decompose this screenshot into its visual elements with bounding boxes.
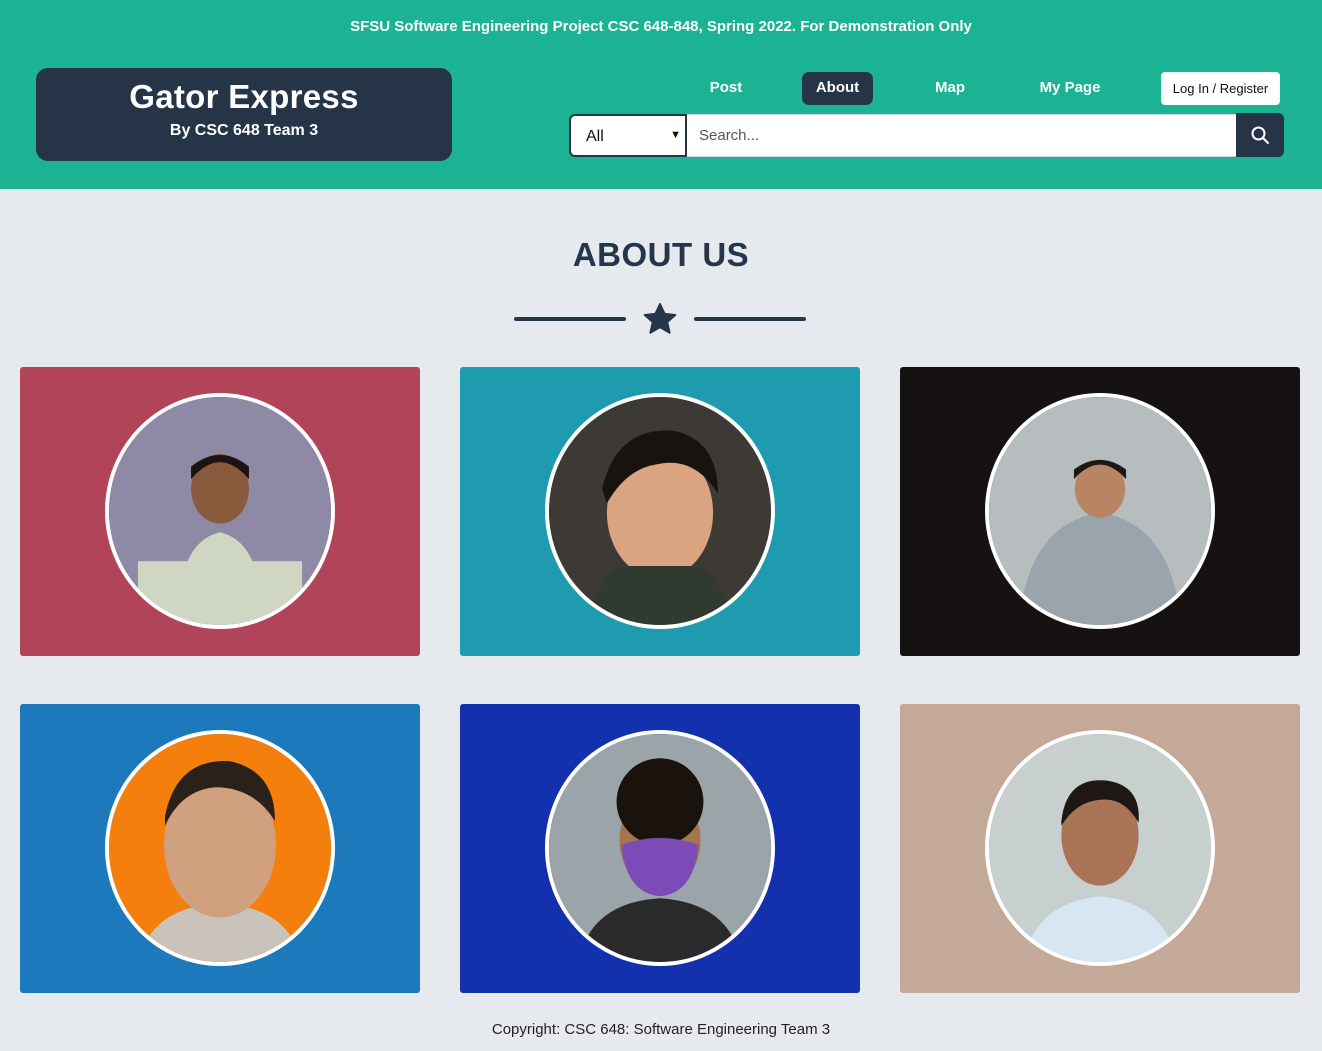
- team-card: [20, 367, 420, 656]
- search-button[interactable]: [1236, 113, 1284, 157]
- team-card: [460, 367, 860, 656]
- team-member-avatar: [105, 730, 335, 966]
- team-card: [900, 704, 1300, 993]
- team-member-avatar: [545, 730, 775, 966]
- team-card: [900, 367, 1300, 656]
- page-title: ABOUT US: [572, 236, 750, 273]
- team-card: [20, 704, 420, 993]
- team-member-avatar: [105, 393, 335, 629]
- category-select[interactable]: All ▼: [569, 114, 687, 157]
- team-card: [460, 704, 860, 993]
- nav-map[interactable]: Map: [914, 72, 986, 105]
- chevron-down-icon: ▼: [670, 129, 681, 141]
- search-input[interactable]: [687, 114, 1237, 157]
- nav-my-page[interactable]: My Page: [1026, 72, 1114, 105]
- category-select-value: All: [586, 128, 604, 145]
- nav-about[interactable]: About: [802, 72, 873, 105]
- footer-copyright: Copyright: CSC 648: Software Engineering…: [491, 1021, 831, 1038]
- team-member-avatar: [985, 393, 1215, 629]
- divider-left: [514, 317, 626, 321]
- nav-post[interactable]: Post: [690, 72, 762, 105]
- team-member-avatar: [545, 393, 775, 629]
- star-icon: [643, 303, 677, 334]
- search-icon: [1251, 126, 1269, 144]
- demo-banner: SFSU Software Engineering Project CSC 64…: [350, 18, 972, 35]
- team-member-avatar: [985, 730, 1215, 966]
- brand-logo[interactable]: Gator Express By CSC 648 Team 3: [36, 68, 452, 161]
- brand-subtitle: By CSC 648 Team 3: [169, 122, 319, 139]
- brand-title: Gator Express: [129, 78, 359, 115]
- divider-right: [694, 317, 806, 321]
- site-header: SFSU Software Engineering Project CSC 64…: [0, 0, 1322, 189]
- login-register-button[interactable]: Log In / Register: [1161, 72, 1280, 105]
